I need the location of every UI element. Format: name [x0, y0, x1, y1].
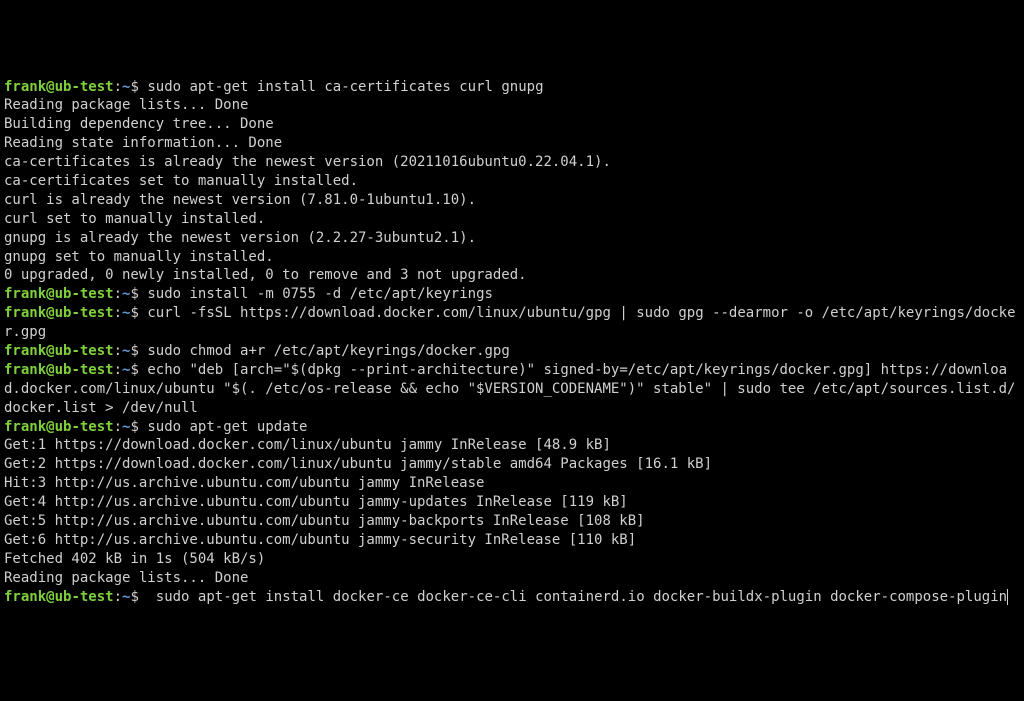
prompt-at: @ [46, 286, 54, 302]
output-line: Hit:3 http://us.archive.ubuntu.com/ubunt… [4, 474, 1020, 493]
command-line: frank@ub-test:~$ sudo chmod a+r /etc/apt… [4, 342, 1020, 361]
output-line: curl is already the newest version (7.81… [4, 191, 1020, 210]
prompt-host: ub-test [55, 79, 114, 95]
cursor [1007, 589, 1008, 605]
prompt-at: @ [46, 419, 54, 435]
command-text: sudo install -m 0755 -d /etc/apt/keyring… [147, 286, 493, 302]
output-text: Get:2 https://download.docker.com/linux/… [4, 456, 712, 472]
command-text: sudo apt-get install ca-certificates cur… [147, 79, 543, 95]
prompt-colon: : [114, 589, 122, 605]
command-text: sudo apt-get update [147, 419, 307, 435]
output-line: Building dependency tree... Done [4, 115, 1020, 134]
prompt-user: frank [4, 79, 46, 95]
output-text: Get:4 http://us.archive.ubuntu.com/ubunt… [4, 494, 628, 510]
command-line: frank@ub-test:~$ sudo install -m 0755 -d… [4, 285, 1020, 304]
prompt-at: @ [46, 362, 54, 378]
output-text: Reading state information... Done [4, 135, 282, 151]
output-line: ca-certificates is already the newest ve… [4, 153, 1020, 172]
prompt-colon: : [114, 362, 122, 378]
prompt-user: frank [4, 419, 46, 435]
prompt-colon: : [114, 419, 122, 435]
output-text: gnupg set to manually installed. [4, 249, 274, 265]
prompt-dollar: $ [130, 419, 147, 435]
prompt-user: frank [4, 286, 46, 302]
output-text: Hit:3 http://us.archive.ubuntu.com/ubunt… [4, 475, 484, 491]
output-text: curl set to manually installed. [4, 211, 265, 227]
prompt-user: frank [4, 305, 46, 321]
prompt-dollar: $ [130, 589, 147, 605]
output-line: gnupg set to manually installed. [4, 248, 1020, 267]
prompt-colon: : [114, 286, 122, 302]
prompt-dollar: $ [130, 79, 147, 95]
prompt-at: @ [46, 589, 54, 605]
output-text: gnupg is already the newest version (2.2… [4, 230, 476, 246]
output-line: 0 upgraded, 0 newly installed, 0 to remo… [4, 266, 1020, 285]
output-line: Get:1 https://download.docker.com/linux/… [4, 436, 1020, 455]
output-line: Get:6 http://us.archive.ubuntu.com/ubunt… [4, 531, 1020, 550]
prompt-at: @ [46, 79, 54, 95]
prompt-dollar: $ [130, 343, 147, 359]
command-text: echo "deb [arch="$(dpkg --print-architec… [4, 362, 1015, 416]
output-text: Get:6 http://us.archive.ubuntu.com/ubunt… [4, 532, 636, 548]
command-line: frank@ub-test:~$ sudo apt-get install do… [4, 588, 1020, 607]
output-line: gnupg is already the newest version (2.2… [4, 229, 1020, 248]
prompt-at: @ [46, 343, 54, 359]
output-line: Get:5 http://us.archive.ubuntu.com/ubunt… [4, 512, 1020, 531]
output-line: Get:2 https://download.docker.com/linux/… [4, 455, 1020, 474]
prompt-colon: : [114, 343, 122, 359]
prompt-host: ub-test [55, 362, 114, 378]
output-text: Get:5 http://us.archive.ubuntu.com/ubunt… [4, 513, 645, 529]
command-text: sudo apt-get install docker-ce docker-ce… [147, 589, 1007, 605]
output-text: curl is already the newest version (7.81… [4, 192, 476, 208]
prompt-colon: : [114, 79, 122, 95]
prompt-user: frank [4, 362, 46, 378]
terminal-viewport[interactable]: frank@ub-test:~$ sudo apt-get install ca… [4, 78, 1020, 607]
prompt-host: ub-test [55, 286, 114, 302]
output-line: Reading package lists... Done [4, 569, 1020, 588]
output-text: Fetched 402 kB in 1s (504 kB/s) [4, 551, 265, 567]
prompt-host: ub-test [55, 589, 114, 605]
output-line: Reading state information... Done [4, 134, 1020, 153]
output-line: ca-certificates set to manually installe… [4, 172, 1020, 191]
prompt-user: frank [4, 343, 46, 359]
prompt-host: ub-test [55, 343, 114, 359]
prompt-colon: : [114, 305, 122, 321]
output-text: Reading package lists... Done [4, 97, 248, 113]
prompt-path: ~ [122, 589, 130, 605]
prompt-dollar: $ [130, 362, 147, 378]
output-text: ca-certificates set to manually installe… [4, 173, 358, 189]
command-text: sudo chmod a+r /etc/apt/keyrings/docker.… [147, 343, 509, 359]
prompt-host: ub-test [55, 419, 114, 435]
prompt-at: @ [46, 305, 54, 321]
output-text: 0 upgraded, 0 newly installed, 0 to remo… [4, 267, 527, 283]
prompt-host: ub-test [55, 305, 114, 321]
command-line: frank@ub-test:~$ echo "deb [arch="$(dpkg… [4, 361, 1020, 418]
prompt-dollar: $ [130, 305, 147, 321]
command-line: frank@ub-test:~$ curl -fsSL https://down… [4, 304, 1020, 342]
command-line: frank@ub-test:~$ sudo apt-get install ca… [4, 78, 1020, 97]
prompt-user: frank [4, 589, 46, 605]
output-line: curl set to manually installed. [4, 210, 1020, 229]
command-text: curl -fsSL https://download.docker.com/l… [4, 305, 1016, 340]
prompt-dollar: $ [130, 286, 147, 302]
output-text: Get:1 https://download.docker.com/linux/… [4, 437, 611, 453]
output-line: Get:4 http://us.archive.ubuntu.com/ubunt… [4, 493, 1020, 512]
output-text: Reading package lists... Done [4, 570, 248, 586]
output-text: Building dependency tree... Done [4, 116, 274, 132]
output-line: Fetched 402 kB in 1s (504 kB/s) [4, 550, 1020, 569]
output-text: ca-certificates is already the newest ve… [4, 154, 611, 170]
output-line: Reading package lists... Done [4, 96, 1020, 115]
command-line: frank@ub-test:~$ sudo apt-get update [4, 418, 1020, 437]
